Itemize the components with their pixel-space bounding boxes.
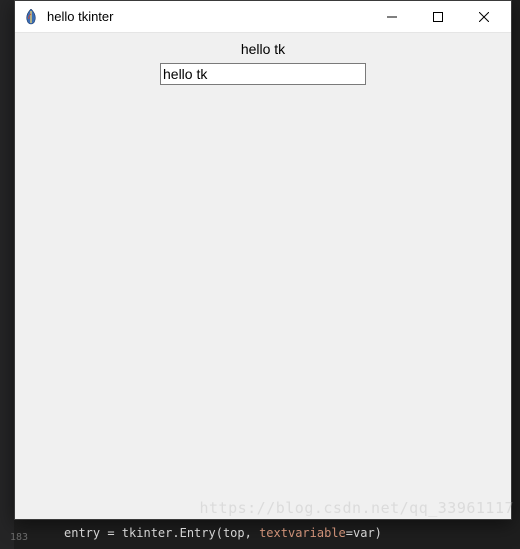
- ide-line-gutter: [0, 0, 14, 549]
- window-controls: [369, 1, 507, 32]
- code-text-arg: textvariable: [259, 526, 346, 540]
- client-area: hello tk: [15, 33, 511, 519]
- code-text-plain: entry = tkinter.Entry(top,: [64, 526, 259, 540]
- hello-label: hello tk: [241, 39, 285, 63]
- maximize-button[interactable]: [415, 1, 461, 33]
- code-text-tail: =var): [346, 526, 382, 540]
- close-button[interactable]: [461, 1, 507, 33]
- minimize-button[interactable]: [369, 1, 415, 33]
- tkinter-window: hello tkinter hello tk: [14, 0, 512, 520]
- editor-code-line: entry = tkinter.Entry(top, textvariable=…: [14, 523, 520, 543]
- tk-feather-icon: [23, 9, 39, 25]
- csdn-watermark: https://blog.csdn.net/qq_33961117: [199, 499, 514, 517]
- window-title: hello tkinter: [47, 9, 369, 24]
- text-entry[interactable]: [160, 63, 366, 85]
- titlebar[interactable]: hello tkinter: [15, 1, 511, 33]
